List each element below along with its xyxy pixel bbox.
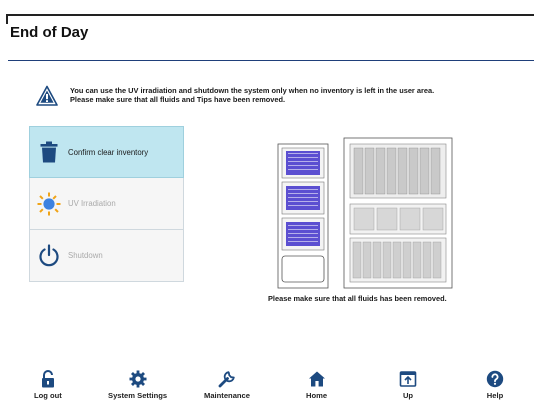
- power-icon: [36, 243, 62, 269]
- home-icon: [308, 370, 326, 388]
- sun-icon: [36, 191, 62, 217]
- notice-line-1: You can use the UV irradiation and shutd…: [70, 86, 435, 95]
- confirm-clear-inventory-button[interactable]: Confirm clear inventory: [29, 126, 184, 178]
- action-list: Confirm clear inventory UV Irradiation S…: [29, 126, 184, 282]
- nav-label: Log out: [34, 391, 62, 400]
- lock-icon: [39, 370, 57, 388]
- nav-label: Maintenance: [204, 391, 250, 400]
- window-top-border: [6, 14, 534, 16]
- wrench-icon: [218, 370, 236, 388]
- diagram-caption: Please make sure that all fluids has bee…: [268, 294, 447, 303]
- warning-icon: [36, 85, 58, 106]
- notice-line-2: Please make sure that all fluids and Tip…: [70, 95, 286, 104]
- up-icon: [399, 370, 417, 388]
- bottom-navigation: Log out System Settings Maintenance Home…: [0, 370, 534, 406]
- instrument-deck-diagram: [277, 137, 453, 289]
- app-window: End of Day You can use the UV irradiatio…: [0, 0, 534, 406]
- title-divider: [8, 60, 534, 61]
- nav-logout[interactable]: Log out: [34, 370, 62, 400]
- nav-up[interactable]: Up: [399, 370, 417, 400]
- nav-label: Home: [306, 391, 328, 400]
- nav-label: Help: [486, 391, 504, 400]
- notice-text: You can use the UV irradiation and shutd…: [70, 86, 518, 104]
- gear-icon: [129, 370, 147, 388]
- action-label: Shutdown: [68, 251, 103, 260]
- nav-system-settings[interactable]: System Settings: [108, 370, 167, 400]
- page-title: End of Day: [10, 24, 89, 41]
- nav-label: System Settings: [108, 391, 168, 400]
- action-label: Confirm clear inventory: [68, 147, 149, 157]
- nav-home[interactable]: Home: [306, 370, 327, 400]
- nav-maintenance[interactable]: Maintenance: [204, 370, 250, 400]
- shutdown-button[interactable]: Shutdown: [29, 230, 184, 282]
- tip-deck: [343, 137, 453, 289]
- nav-label: Up: [402, 391, 414, 400]
- nav-help[interactable]: Help: [486, 370, 504, 400]
- trash-icon: [36, 139, 62, 165]
- window-border-stub: [6, 14, 8, 24]
- uv-irradiation-button[interactable]: UV Irradiation: [29, 178, 184, 230]
- help-icon: [486, 370, 504, 388]
- action-label: UV Irradiation: [68, 199, 116, 208]
- plate-rack: [277, 143, 329, 289]
